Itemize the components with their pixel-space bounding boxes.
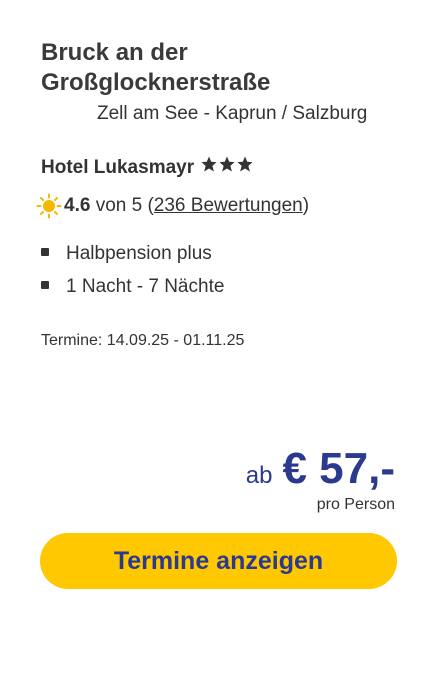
reviews-link[interactable]: 236 Bewertungen xyxy=(154,195,303,217)
show-dates-button[interactable]: Termine anzeigen xyxy=(40,533,397,589)
offer-card[interactable]: Bruck an der Großglocknerstraße Zell am … xyxy=(0,0,433,682)
bullet-icon xyxy=(41,280,49,289)
star-icon xyxy=(201,156,217,172)
price-per-person: pro Person xyxy=(316,496,395,513)
hotel-row: Hotel Lukasmayr xyxy=(41,153,254,183)
hotel-name: Hotel Lukasmayr xyxy=(41,157,195,178)
bullet-icon xyxy=(41,247,49,256)
list-item: Halbpension plus xyxy=(41,237,224,270)
price-block: ab € 57,- pro Person xyxy=(246,444,395,514)
feature-board: Halbpension plus xyxy=(66,242,212,264)
price-line: ab € 57,- xyxy=(246,444,395,494)
travel-dates: Termine: 14.09.25 - 01.11.25 xyxy=(41,332,245,349)
price-prefix: ab xyxy=(245,462,273,489)
star-icon xyxy=(237,156,253,172)
price-amount: € 57,- xyxy=(282,444,395,493)
location-subtitle: Zell am See - Kaprun / Salzburg xyxy=(97,103,368,124)
sun-icon xyxy=(36,193,62,219)
rating-score: 4.6 xyxy=(64,195,91,216)
destination-title: Bruck an der Großglocknerstraße xyxy=(41,39,271,96)
feature-list: Halbpension plus 1 Nacht - 7 Nächte xyxy=(41,237,224,303)
rating-of-text: von 5 ( xyxy=(90,195,154,216)
feature-duration: 1 Nacht - 7 Nächte xyxy=(66,275,225,297)
star-icon xyxy=(219,156,235,172)
hotel-stars xyxy=(200,155,254,173)
list-item: 1 Nacht - 7 Nächte xyxy=(41,270,224,303)
rating-row: 4.6 von 5 ( 236 Bewertungen ) xyxy=(36,193,309,219)
rating-close-paren: ) xyxy=(302,195,310,216)
